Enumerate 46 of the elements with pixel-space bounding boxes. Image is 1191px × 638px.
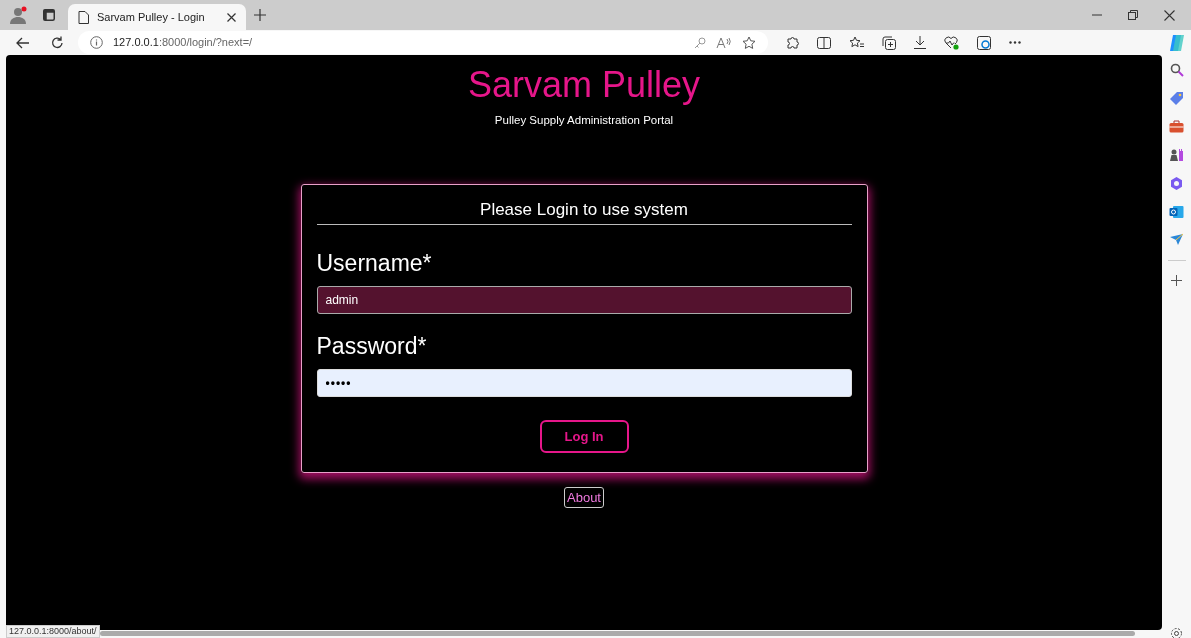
about-link[interactable]: About	[564, 486, 604, 509]
form-heading: Please Login to use system	[316, 185, 852, 225]
site-title: Sarvam Pulley	[467, 64, 701, 106]
tab-title: Sarvam Pulley - Login	[97, 9, 206, 25]
field-label: Password*	[316, 331, 428, 360]
tag-icon[interactable]	[1169, 91, 1184, 106]
info-icon	[90, 36, 103, 49]
password-field[interactable]: •••••	[316, 368, 852, 397]
login-button[interactable]: Log In	[539, 419, 629, 453]
status-url: 127.0.0.1:8000/about/	[6, 625, 100, 638]
add-icon[interactable]	[1171, 275, 1182, 286]
favorites-icon[interactable]	[849, 36, 864, 49]
paper-plane-icon[interactable]	[1169, 233, 1184, 246]
download-icon[interactable]	[914, 36, 926, 49]
new-tab-icon[interactable]	[254, 9, 266, 21]
search-icon[interactable]	[1169, 63, 1184, 77]
chess-pieces-icon[interactable]	[1169, 147, 1184, 162]
address-bar[interactable]: 127.0.0.1:8000/login/?next=/	[78, 31, 768, 54]
site-subtitle: Pulley Supply Administration Portal	[494, 113, 674, 128]
restore-icon[interactable]	[1128, 10, 1138, 20]
profile-icon[interactable]	[9, 6, 27, 24]
browser-essentials-icon[interactable]	[977, 35, 991, 50]
read-aloud-icon[interactable]	[716, 36, 732, 49]
puzzle-icon[interactable]	[786, 36, 799, 49]
hexagon-icon[interactable]	[1169, 176, 1184, 191]
copilot-icon[interactable]	[1168, 33, 1186, 52]
star-icon[interactable]	[742, 35, 756, 50]
tab-actions-icon[interactable]	[43, 9, 55, 21]
field-label: Username*	[316, 248, 433, 277]
collections-icon[interactable]	[882, 35, 896, 50]
url-text: 127.0.0.1:8000/login/?next=/	[113, 35, 254, 51]
back-icon[interactable]	[16, 36, 30, 49]
settings-icon[interactable]	[1170, 627, 1183, 638]
more-icon[interactable]	[1009, 41, 1021, 44]
split-screen-icon[interactable]	[817, 36, 831, 49]
key-icon[interactable]	[694, 36, 706, 49]
toolbox-icon[interactable]	[1169, 120, 1184, 133]
refresh-icon[interactable]	[50, 36, 64, 49]
close-icon[interactable]	[1164, 9, 1175, 21]
browser-tab[interactable]: Sarvam Pulley - Login	[68, 4, 246, 30]
heartbeat-icon[interactable]	[944, 35, 959, 50]
username-field[interactable]: admin	[316, 285, 852, 314]
page-icon	[78, 10, 89, 24]
close-icon[interactable]	[227, 12, 236, 22]
mail-icon[interactable]	[1169, 205, 1184, 219]
horizontal-scrollbar[interactable]	[100, 631, 1135, 636]
